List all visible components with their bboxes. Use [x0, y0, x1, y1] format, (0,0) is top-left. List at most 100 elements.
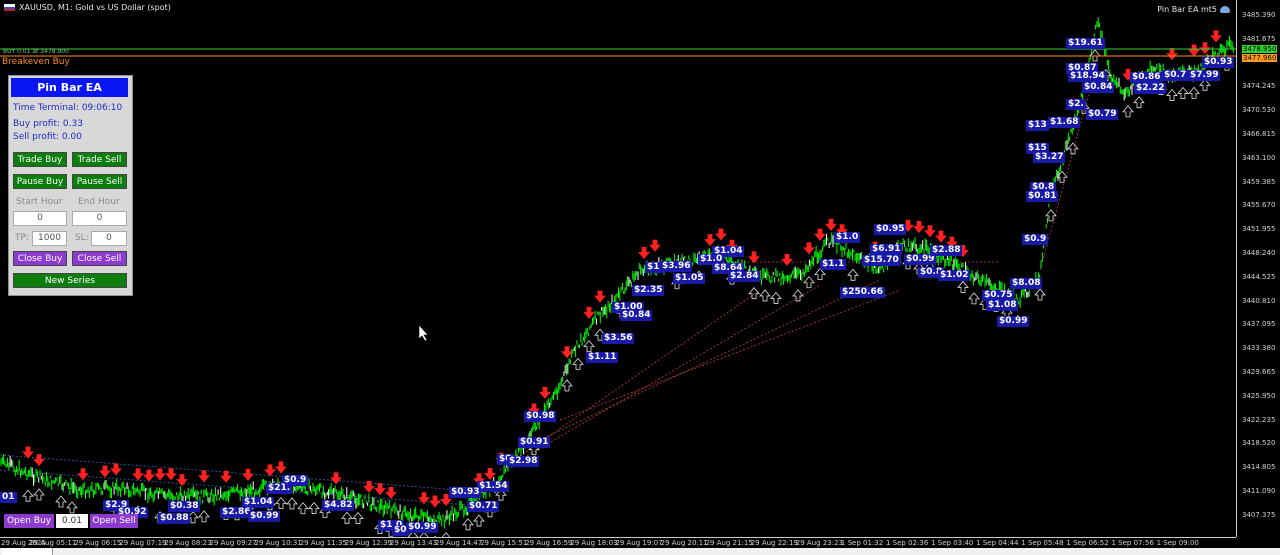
sell-arrow-icon: [748, 251, 760, 264]
profit-label: $2.88: [930, 245, 963, 256]
buy-arrow-icon: [22, 489, 34, 502]
buy-arrow-icon: [352, 511, 364, 524]
buy-arrow-icon: [297, 502, 309, 515]
price-tick-label: 3466.815: [1242, 130, 1276, 138]
flag-icon: [4, 4, 15, 11]
profit-label: $250.66: [840, 287, 885, 298]
time-tick-label: 29 Aug 18:03: [570, 539, 618, 547]
tp-input[interactable]: 1000: [32, 231, 67, 246]
profit-label: $1.68: [1048, 117, 1081, 128]
buy-arrow-icon: [1034, 288, 1046, 301]
sell-arrow-icon: [22, 446, 34, 459]
panel-title: Pin Bar EA: [11, 78, 128, 97]
price-tick-label: 3448.240: [1242, 249, 1276, 257]
profit-label: $3.27: [1033, 152, 1066, 163]
sell-arrow-icon: [33, 454, 45, 467]
new-series-button[interactable]: New Series: [13, 273, 127, 288]
breakeven-label: Breakeven Buy: [2, 57, 70, 67]
profit-label: $18.94: [1068, 71, 1107, 82]
lot-size-input[interactable]: 0.01: [56, 514, 88, 528]
buy-arrow-icon: [572, 357, 584, 370]
buy-arrow-icon: [1122, 105, 1134, 118]
buy-arrow-icon: [286, 497, 298, 510]
close-buy-button[interactable]: Close Buy: [13, 251, 67, 266]
open-buy-button[interactable]: Open Buy: [4, 514, 54, 528]
profit-label: $2.98: [507, 456, 540, 467]
profit-label: $0.71: [467, 501, 500, 512]
pause-buy-button[interactable]: Pause Buy: [13, 174, 67, 189]
sell-arrow-icon: [583, 306, 595, 319]
time-tick-label: 1 Sep 04:44: [976, 539, 1019, 547]
price-tick-label: 3414.805: [1242, 463, 1276, 472]
sell-arrow-icon: [561, 346, 573, 359]
profit-label: $19.61: [1066, 38, 1105, 49]
buy-arrow-icon: [968, 292, 980, 305]
price-axis[interactable]: 3485.390 3481.675 3474.245 3470.530 3466.815…: [1236, 0, 1280, 537]
buy-arrow-icon: [473, 514, 485, 527]
sell-profit: Sell profit: 0.00: [13, 132, 82, 142]
time-terminal: Time Terminal: 09:06:10: [13, 103, 123, 113]
tp-label: TP:: [15, 233, 29, 243]
candle-series: [0, 17, 1234, 529]
profit-label: $0.9: [1022, 234, 1049, 245]
buy-arrow-icon: [847, 268, 859, 281]
sl-input[interactable]: 0: [91, 231, 127, 246]
sell-arrow-icon: [220, 470, 232, 483]
profit-label: $13: [1026, 120, 1049, 131]
price-tick-label: 3451.955: [1242, 225, 1276, 234]
price-tick-label: 3433.380: [1242, 344, 1276, 353]
profit-label: $2.35: [632, 285, 665, 296]
ea-label: Pin Bar EA mt5: [1157, 5, 1230, 14]
buy-arrow-icon: [55, 495, 67, 508]
profit-label: $7.99: [1188, 70, 1221, 81]
sell-arrow-icon: [1188, 44, 1200, 57]
profit-label: $0: [392, 525, 409, 536]
price-tick-label: 3459.385: [1242, 177, 1276, 186]
price-tick-label: 3429.665: [1242, 368, 1276, 376]
profit-label: $0.95: [874, 224, 907, 235]
time-tick-label: 29 Aug 06:15: [74, 539, 122, 547]
sell-arrow-icon: [264, 464, 276, 477]
sell-arrow-icon: [825, 218, 837, 231]
sell-arrow-icon: [935, 230, 947, 243]
time-tick-label: 29 Aug 13:43: [389, 539, 438, 547]
sell-arrow-icon: [704, 234, 716, 247]
sell-arrow-icon: [154, 468, 166, 481]
buy-line-label: BUY 0.01 at 3478.900: [3, 48, 69, 55]
end-hour-input[interactable]: 0: [72, 211, 127, 226]
pause-sell-button[interactable]: Pause Sell: [72, 174, 127, 189]
profit-label: $1.0: [834, 232, 861, 243]
price-tick-label: 3485.390: [1242, 11, 1276, 19]
buy-arrow-icon: [792, 289, 804, 302]
price-tick-label: 3422.235: [1242, 415, 1276, 424]
close-sell-button[interactable]: Close Sell: [72, 251, 127, 266]
time-tick-label: 29 Aug 23:23: [795, 539, 843, 547]
start-hour-input[interactable]: 0: [13, 211, 67, 226]
price-tick-label: 3444.525: [1242, 272, 1276, 281]
buy-arrow-icon: [1188, 86, 1200, 99]
buy-profit: Buy profit: 0.33: [13, 119, 83, 129]
price-tick-label: 3407.375: [1242, 510, 1276, 519]
ea-control-panel: Pin Bar EA Time Terminal: 09:06:10 Buy p…: [8, 75, 133, 296]
time-tick-label: 29 Aug 12:39: [344, 539, 392, 547]
symbol-title-text: XAUUSD, M1: Gold vs US Dollar (spot): [19, 3, 171, 12]
sell-arrow-icon: [385, 486, 397, 499]
buy-arrow-icon: [198, 510, 210, 523]
open-sell-button[interactable]: Open Sell: [90, 514, 138, 528]
sell-arrow-icon: [715, 228, 727, 241]
price-chart[interactable]: [0, 0, 1236, 537]
price-tick-label: 3440.810: [1242, 296, 1276, 305]
buy-arrow-icon: [33, 488, 45, 501]
time-tick-label: 29 Aug 07:19: [119, 539, 167, 547]
sell-arrow-icon: [539, 386, 551, 399]
time-tick-label: 1 Sep 02:36: [886, 539, 929, 547]
profit-label: $4.82: [322, 500, 355, 511]
time-tick-label: 29 Aug 08:23: [164, 539, 212, 547]
chart-tab-bar: [0, 548, 1280, 555]
chart-tab[interactable]: [2, 548, 53, 555]
profit-label: $0.98: [524, 411, 557, 422]
sell-arrow-icon: [1166, 48, 1178, 61]
sell-arrow-icon: [1210, 30, 1222, 43]
trade-sell-button[interactable]: Trade Sell: [72, 152, 127, 167]
trade-buy-button[interactable]: Trade Buy: [13, 152, 67, 167]
